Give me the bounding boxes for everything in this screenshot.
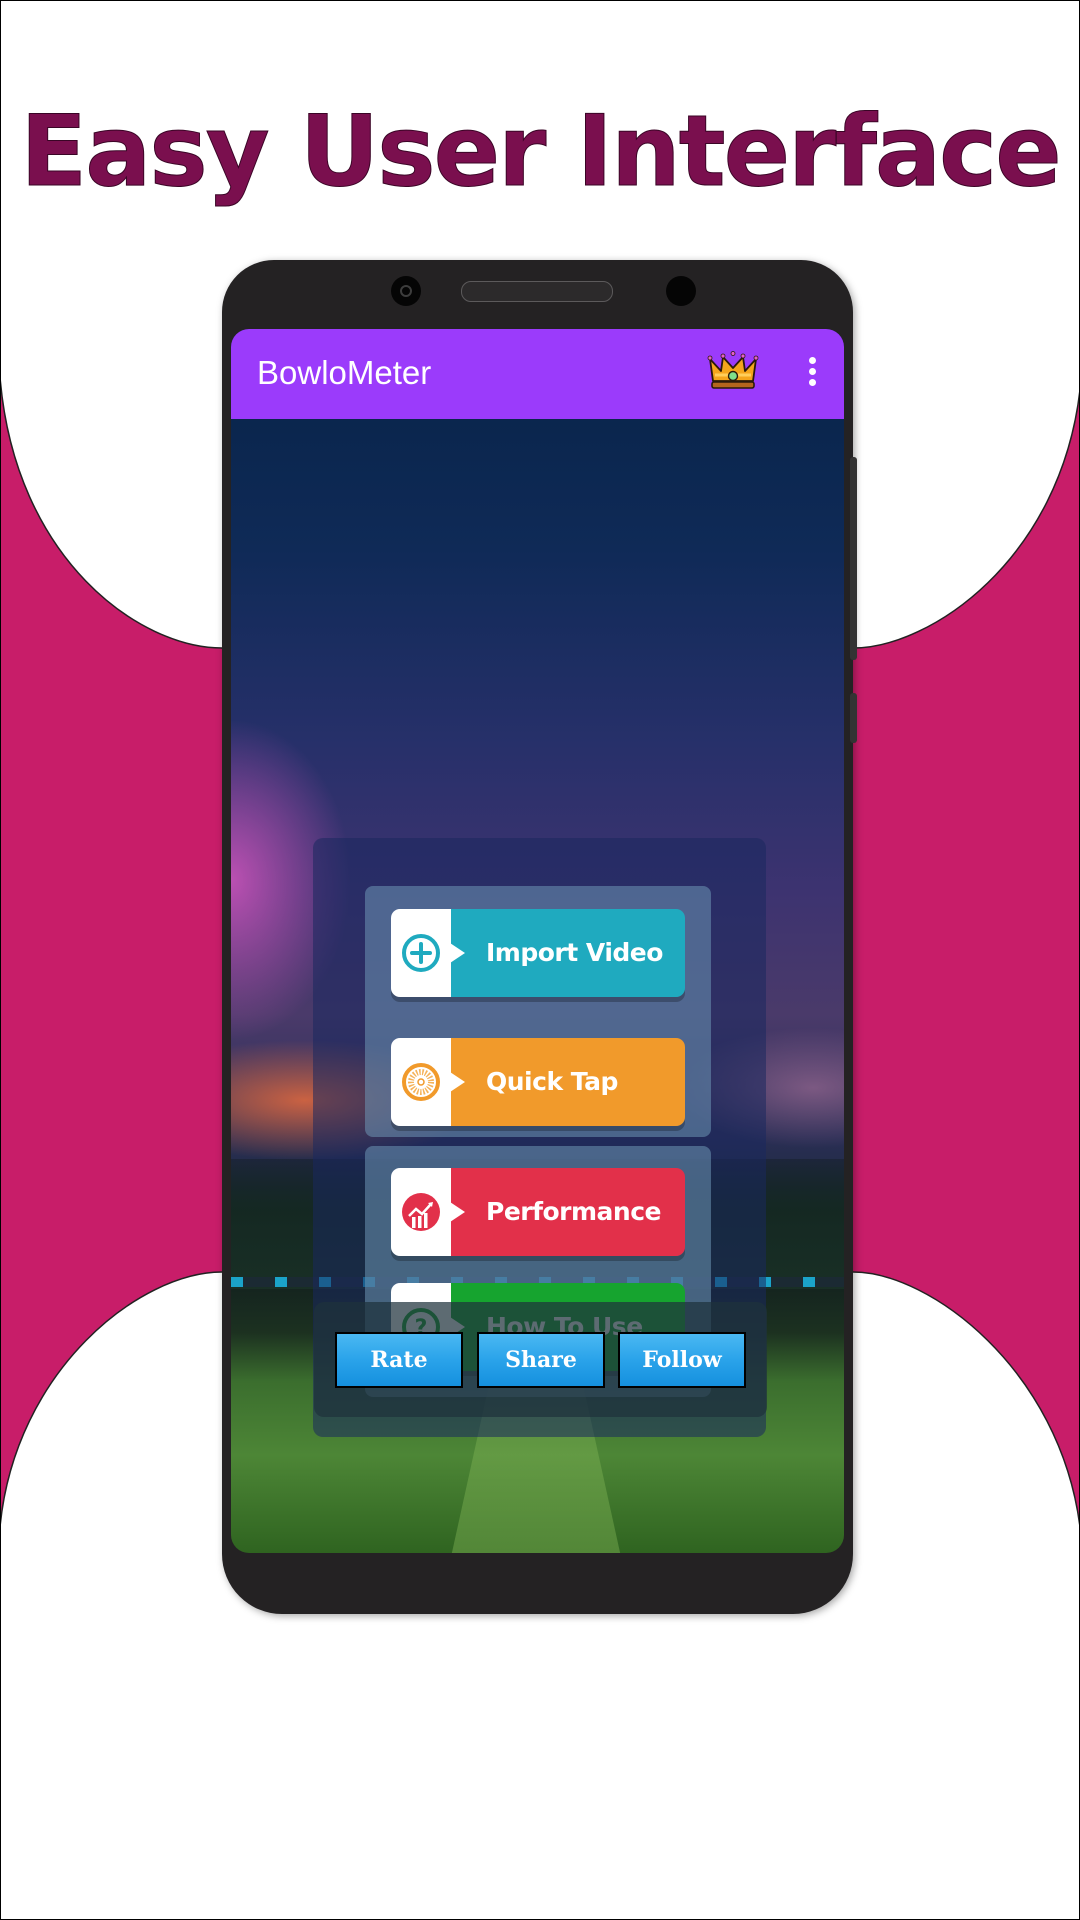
performance-button[interactable]: Performance xyxy=(391,1168,685,1256)
headline: Easy User Interface xyxy=(20,95,1062,210)
performance-label: Performance xyxy=(486,1197,661,1226)
action-bar: Rate Share Follow xyxy=(314,1302,767,1417)
share-button[interactable]: Share xyxy=(477,1332,605,1388)
app-screen: BowloMeter Import Video Quick Tap Perfor… xyxy=(231,329,844,1553)
proximity-sensor xyxy=(666,276,696,306)
quick-tap-button[interactable]: Quick Tap xyxy=(391,1038,685,1126)
import-video-button[interactable]: Import Video xyxy=(391,909,685,997)
follow-button[interactable]: Follow xyxy=(618,1332,746,1388)
earpiece-speaker xyxy=(461,281,613,302)
phone-mockup: BowloMeter Import Video Quick Tap Perfor… xyxy=(222,260,857,1614)
crown-icon[interactable] xyxy=(707,351,759,391)
front-camera xyxy=(391,276,421,306)
add-circle-icon xyxy=(402,934,440,972)
import-video-label: Import Video xyxy=(486,938,663,967)
phone-power-button xyxy=(850,457,857,660)
app-title: BowloMeter xyxy=(257,354,432,391)
tap-target-icon xyxy=(402,1063,440,1101)
quick-tap-label: Quick Tap xyxy=(486,1067,618,1096)
phone-volume-button xyxy=(850,693,857,743)
app-bar: BowloMeter xyxy=(231,329,844,419)
growth-chart-icon xyxy=(402,1193,440,1231)
more-vert-icon[interactable] xyxy=(805,351,819,391)
menu-group-1: Import Video Quick Tap xyxy=(365,886,711,1137)
rate-button[interactable]: Rate xyxy=(335,1332,463,1388)
